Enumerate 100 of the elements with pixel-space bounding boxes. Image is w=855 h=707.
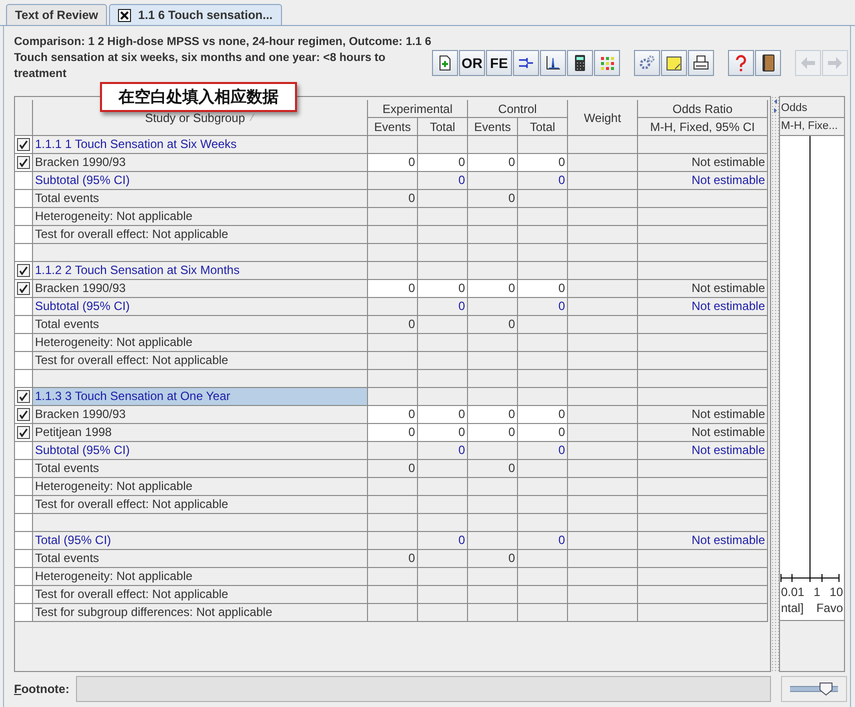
table-cell bbox=[518, 568, 568, 586]
checkbox[interactable] bbox=[17, 282, 30, 295]
table-cell: 0 bbox=[518, 172, 568, 190]
table-cell[interactable]: 0 bbox=[518, 280, 568, 298]
subgroup-heading[interactable]: 1.1.1 1 Touch Sensation at Six Weeks bbox=[33, 136, 368, 154]
tab[interactable]: 1.1 6 Touch sensation... bbox=[109, 4, 282, 25]
table-cell bbox=[368, 442, 418, 460]
settings-button[interactable] bbox=[634, 50, 660, 76]
table-cell[interactable]: 0 bbox=[418, 406, 468, 424]
table-cell: Subtotal (95% CI) bbox=[33, 172, 368, 190]
table-cell[interactable]: 0 bbox=[418, 280, 468, 298]
table-cell: Test for subgroup differences: Not applicable bbox=[33, 604, 368, 622]
table-cell: Heterogeneity: Not applicable bbox=[33, 208, 368, 226]
checkbox[interactable] bbox=[17, 390, 30, 403]
help-button[interactable] bbox=[728, 50, 754, 76]
table-cell bbox=[468, 478, 518, 496]
table-cell bbox=[468, 262, 518, 280]
table-cell[interactable]: 0 bbox=[468, 424, 518, 442]
book-button[interactable] bbox=[755, 50, 781, 76]
checkbox[interactable] bbox=[17, 264, 30, 277]
table-cell[interactable]: 0 bbox=[518, 406, 568, 424]
subgroup-heading[interactable]: 1.1.3 3 Touch Sensation at One Year bbox=[33, 388, 368, 406]
calculator-button[interactable] bbox=[567, 50, 593, 76]
toolbar-button[interactable]: FE bbox=[486, 50, 512, 76]
table-cell bbox=[418, 352, 468, 370]
checkbox[interactable] bbox=[17, 156, 30, 169]
slider-thumb[interactable] bbox=[819, 682, 833, 696]
print-button[interactable] bbox=[688, 50, 714, 76]
table-cell[interactable]: 0 bbox=[468, 280, 518, 298]
table-cell bbox=[418, 226, 468, 244]
study-name[interactable]: Bracken 1990/93 bbox=[33, 280, 368, 298]
table-cell: Heterogeneity: Not applicable bbox=[33, 478, 368, 496]
checkbox[interactable] bbox=[17, 408, 30, 421]
gears-icon bbox=[638, 54, 656, 72]
chart-button[interactable] bbox=[540, 50, 566, 76]
table-cell bbox=[418, 514, 468, 532]
table-cell bbox=[468, 442, 518, 460]
table-cell bbox=[368, 496, 418, 514]
table-cell[interactable]: 0 bbox=[468, 406, 518, 424]
grid-button[interactable] bbox=[594, 50, 620, 76]
close-icon[interactable] bbox=[118, 8, 132, 22]
table-cell bbox=[568, 226, 638, 244]
study-name[interactable]: Petitjean 1998 bbox=[33, 424, 368, 442]
table-cell bbox=[518, 190, 568, 208]
table-cell bbox=[468, 244, 518, 262]
table-cell bbox=[568, 298, 638, 316]
table-cell: Not estimable bbox=[638, 406, 768, 424]
table-cell[interactable]: 0 bbox=[368, 280, 418, 298]
study-name[interactable]: Bracken 1990/93 bbox=[33, 406, 368, 424]
table-cell[interactable]: 0 bbox=[468, 154, 518, 172]
footnote-field[interactable] bbox=[76, 676, 771, 702]
table-cell bbox=[418, 550, 468, 568]
table-cell bbox=[568, 496, 638, 514]
table-cell bbox=[568, 424, 638, 442]
table-cell: 0 bbox=[418, 172, 468, 190]
table-cell bbox=[468, 388, 518, 406]
note-button[interactable] bbox=[661, 50, 687, 76]
table-cell bbox=[468, 514, 518, 532]
table-cell[interactable]: 0 bbox=[368, 406, 418, 424]
table-cell[interactable]: 0 bbox=[368, 154, 418, 172]
table-cell: 0 bbox=[368, 190, 418, 208]
table-cell bbox=[368, 532, 418, 550]
study-name[interactable]: Bracken 1990/93 bbox=[33, 154, 368, 172]
table-cell: Subtotal (95% CI) bbox=[33, 298, 368, 316]
table-cell[interactable]: 0 bbox=[418, 424, 468, 442]
new-study-button[interactable] bbox=[432, 50, 458, 76]
table-cell: Not estimable bbox=[638, 172, 768, 190]
checkbox[interactable] bbox=[17, 426, 30, 439]
table-cell[interactable]: 0 bbox=[368, 424, 418, 442]
table-cell bbox=[568, 442, 638, 460]
table-cell bbox=[568, 532, 638, 550]
branch-button[interactable] bbox=[513, 50, 539, 76]
table-cell bbox=[468, 172, 518, 190]
axis-label: 0.01 bbox=[781, 584, 804, 601]
table-cell bbox=[468, 370, 518, 388]
table-cell bbox=[468, 226, 518, 244]
splitter-arrows-icon[interactable] bbox=[772, 99, 778, 113]
footnote-label: Footnote: bbox=[14, 682, 70, 696]
table-cell bbox=[368, 172, 418, 190]
table-cell bbox=[568, 316, 638, 334]
chart-icon bbox=[544, 54, 562, 72]
table-cell bbox=[368, 568, 418, 586]
subgroup-heading[interactable]: 1.1.2 2 Touch Sensation at Six Months bbox=[33, 262, 368, 280]
table-cell[interactable]: 0 bbox=[418, 154, 468, 172]
checkbox[interactable] bbox=[17, 138, 30, 151]
tab[interactable]: Text of Review bbox=[6, 4, 108, 25]
forward-arrow-icon bbox=[827, 56, 843, 70]
table-cell bbox=[418, 586, 468, 604]
column-header[interactable]: Study or Subgroup bbox=[144, 110, 246, 124]
table-cell: 0 bbox=[518, 442, 568, 460]
table-cell bbox=[568, 352, 638, 370]
toolbar-button[interactable]: OR bbox=[459, 50, 485, 76]
table-cell bbox=[568, 244, 638, 262]
table-cell[interactable]: 0 bbox=[518, 154, 568, 172]
table-cell[interactable]: 0 bbox=[518, 424, 568, 442]
table-cell bbox=[368, 352, 418, 370]
table-cell bbox=[518, 370, 568, 388]
table-cell bbox=[368, 226, 418, 244]
table-cell bbox=[468, 604, 518, 622]
table-cell bbox=[418, 316, 468, 334]
